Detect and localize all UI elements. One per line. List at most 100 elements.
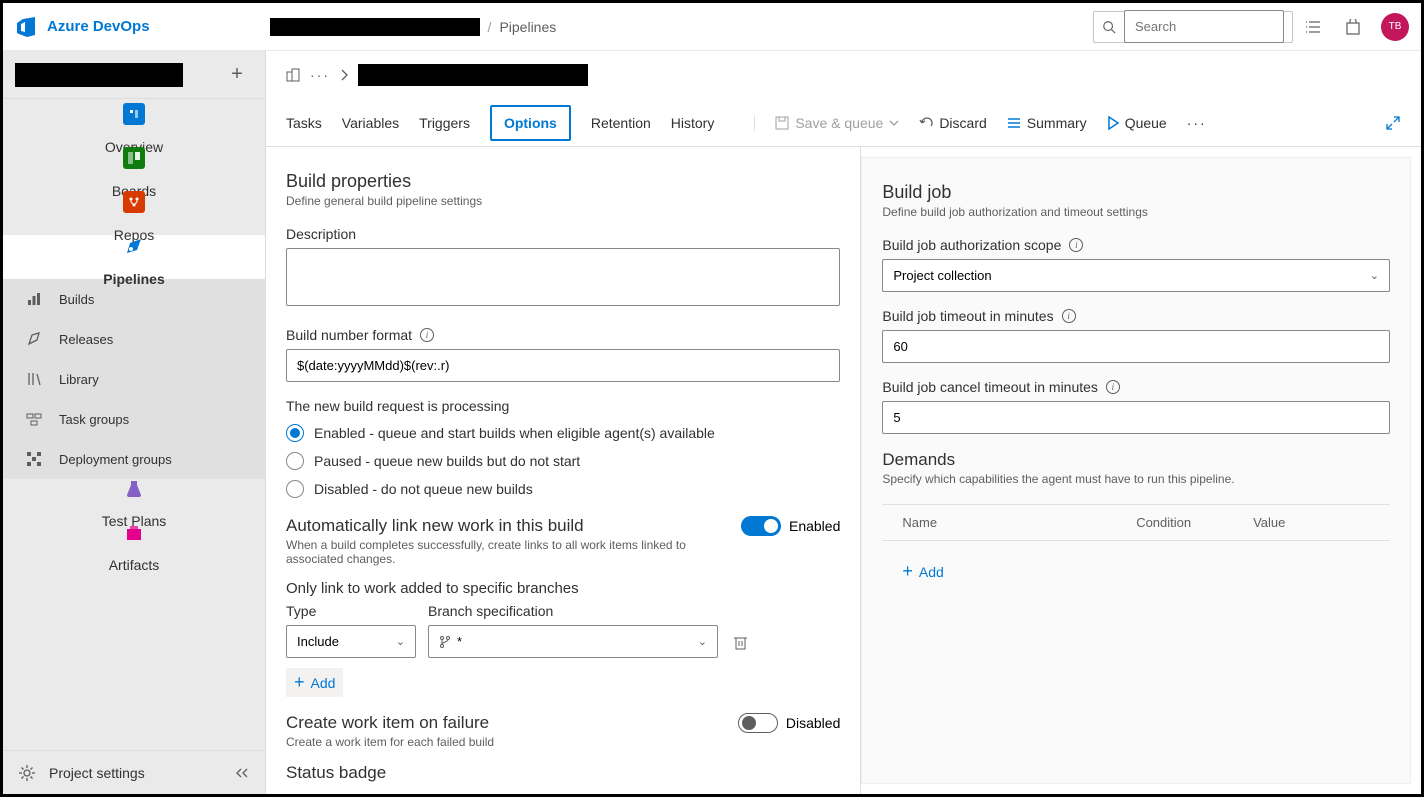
build-properties-subtitle: Define general build pipeline settings bbox=[286, 194, 840, 208]
overview-icon bbox=[123, 103, 145, 125]
search-icon bbox=[1102, 20, 1116, 34]
radio-disabled-label: Disabled - do not queue new builds bbox=[314, 481, 533, 497]
tab-variables[interactable]: Variables bbox=[342, 103, 399, 143]
autolink-subtitle: When a build completes successfully, cre… bbox=[286, 538, 717, 566]
project-settings-link[interactable]: Project settings bbox=[3, 750, 265, 794]
info-icon[interactable]: i bbox=[1106, 380, 1120, 394]
info-icon[interactable]: i bbox=[1069, 238, 1083, 252]
radio-enabled-label: Enabled - queue and start builds when el… bbox=[314, 425, 715, 441]
type-label: Type bbox=[286, 603, 416, 619]
tab-options[interactable]: Options bbox=[490, 105, 571, 141]
autolink-toggle[interactable] bbox=[741, 516, 781, 536]
org-icon[interactable] bbox=[286, 68, 300, 82]
sidebar-item-overview[interactable]: Overview bbox=[3, 103, 265, 147]
discard-button[interactable]: Discard bbox=[919, 115, 986, 131]
builds-icon bbox=[23, 288, 45, 310]
branches-label: Only link to work added to specific bran… bbox=[286, 580, 840, 597]
test-plans-icon bbox=[123, 479, 145, 499]
chevron-down-icon: ⌄ bbox=[1370, 269, 1379, 282]
shopping-bag-icon[interactable] bbox=[1333, 19, 1373, 35]
info-icon[interactable]: i bbox=[420, 328, 434, 342]
tab-tasks[interactable]: Tasks bbox=[286, 103, 322, 143]
breadcrumb-pipelines[interactable]: Pipelines bbox=[499, 19, 556, 35]
branch-icon bbox=[439, 635, 451, 649]
chevron-down-icon bbox=[889, 120, 899, 126]
demands-heading: Demands bbox=[882, 450, 1390, 470]
chevron-down-icon: ⌄ bbox=[396, 635, 405, 648]
demands-table-header: Name Condition Value bbox=[882, 504, 1390, 541]
sidebar-sub-releases[interactable]: Releases bbox=[3, 319, 265, 359]
timeout-label: Build job timeout in minutes bbox=[882, 308, 1053, 324]
auth-scope-select[interactable]: Project collection ⌄ bbox=[882, 259, 1390, 292]
plus-icon: + bbox=[902, 561, 913, 582]
sidebar-item-boards[interactable]: Boards bbox=[3, 147, 265, 191]
artifacts-icon bbox=[123, 523, 145, 543]
library-icon bbox=[23, 368, 45, 390]
autolink-toggle-state: Enabled bbox=[789, 518, 840, 534]
play-icon bbox=[1107, 116, 1119, 130]
description-input[interactable] bbox=[286, 248, 840, 306]
status-badge-heading: Status badge bbox=[286, 763, 840, 783]
radio-paused[interactable] bbox=[286, 452, 304, 470]
wi-fail-subtitle: Create a work item for each failed build bbox=[286, 735, 714, 749]
radio-disabled[interactable] bbox=[286, 480, 304, 498]
wi-fail-toggle[interactable] bbox=[738, 713, 778, 733]
redacted-project-name bbox=[15, 63, 183, 87]
tab-history[interactable]: History bbox=[671, 103, 715, 143]
sidebar-label-pipelines: Pipelines bbox=[103, 271, 164, 287]
summary-icon bbox=[1007, 117, 1021, 129]
product-logo-area[interactable]: Azure DevOps bbox=[15, 15, 150, 39]
wi-fail-heading: Create work item on failure bbox=[286, 713, 714, 733]
product-name: Azure DevOps bbox=[47, 18, 150, 35]
collapse-sidebar-icon[interactable] bbox=[235, 767, 249, 779]
search-input-wrapper[interactable] bbox=[1093, 11, 1293, 43]
sidebar-item-pipelines[interactable]: Pipelines bbox=[3, 235, 265, 279]
branch-spec-select[interactable]: * ⌄ bbox=[428, 625, 718, 658]
sidebar-sub-library[interactable]: Library bbox=[3, 359, 265, 399]
expand-icon[interactable] bbox=[1385, 115, 1401, 131]
cancel-timeout-input[interactable] bbox=[882, 401, 1390, 434]
add-branch-link[interactable]: + Add bbox=[286, 668, 343, 697]
search-input[interactable] bbox=[1124, 10, 1284, 43]
auth-scope-label: Build job authorization scope bbox=[882, 237, 1061, 253]
add-demand-link[interactable]: + Add bbox=[902, 561, 1370, 582]
save-queue-button[interactable]: Save & queue bbox=[775, 115, 899, 131]
tab-triggers[interactable]: Triggers bbox=[419, 103, 470, 143]
sidebar-item-artifacts[interactable]: Artifacts bbox=[3, 523, 265, 567]
timeout-input[interactable] bbox=[882, 330, 1390, 363]
plus-icon: + bbox=[294, 672, 305, 693]
branch-spec-label: Branch specification bbox=[428, 603, 718, 619]
boards-icon bbox=[123, 147, 145, 169]
chevron-down-icon: ⌄ bbox=[698, 635, 707, 648]
description-label: Description bbox=[286, 226, 840, 242]
sidebar-item-testplans[interactable]: Test Plans bbox=[3, 479, 265, 523]
sidebar-item-repos[interactable]: Repos bbox=[3, 191, 265, 235]
queue-button[interactable]: Queue bbox=[1107, 115, 1167, 131]
col-value: Value bbox=[1253, 515, 1370, 530]
save-icon bbox=[775, 116, 789, 130]
tab-retention[interactable]: Retention bbox=[591, 103, 651, 143]
more-actions-button[interactable]: ··· bbox=[1187, 115, 1207, 131]
build-number-format-input[interactable] bbox=[286, 349, 840, 382]
wi-fail-toggle-state: Disabled bbox=[786, 715, 840, 731]
radio-paused-label: Paused - queue new builds but do not sta… bbox=[314, 453, 580, 469]
sidebar-sub-label: Builds bbox=[59, 292, 94, 307]
user-avatar[interactable]: TB bbox=[1381, 13, 1409, 41]
add-project-button[interactable]: + bbox=[221, 59, 253, 91]
cancel-timeout-label: Build job cancel timeout in minutes bbox=[882, 379, 1098, 395]
build-properties-heading: Build properties bbox=[286, 171, 840, 192]
more-crumb-icon[interactable]: ··· bbox=[310, 67, 330, 83]
type-select[interactable]: Include ⌄ bbox=[286, 625, 416, 658]
sidebar-sub-deploymentgroups[interactable]: Deployment groups bbox=[3, 439, 265, 479]
sidebar-sub-label: Releases bbox=[59, 332, 113, 347]
task-groups-icon bbox=[23, 408, 45, 430]
demands-subtitle: Specify which capabilities the agent mus… bbox=[882, 472, 1390, 486]
radio-enabled[interactable] bbox=[286, 424, 304, 442]
project-settings-label: Project settings bbox=[49, 765, 145, 781]
summary-button[interactable]: Summary bbox=[1007, 115, 1087, 131]
info-icon[interactable]: i bbox=[1062, 309, 1076, 323]
list-icon[interactable] bbox=[1293, 20, 1333, 34]
sidebar-sub-taskgroups[interactable]: Task groups bbox=[3, 399, 265, 439]
sidebar-sub-label: Task groups bbox=[59, 412, 129, 427]
delete-branch-row-button[interactable] bbox=[730, 627, 751, 658]
